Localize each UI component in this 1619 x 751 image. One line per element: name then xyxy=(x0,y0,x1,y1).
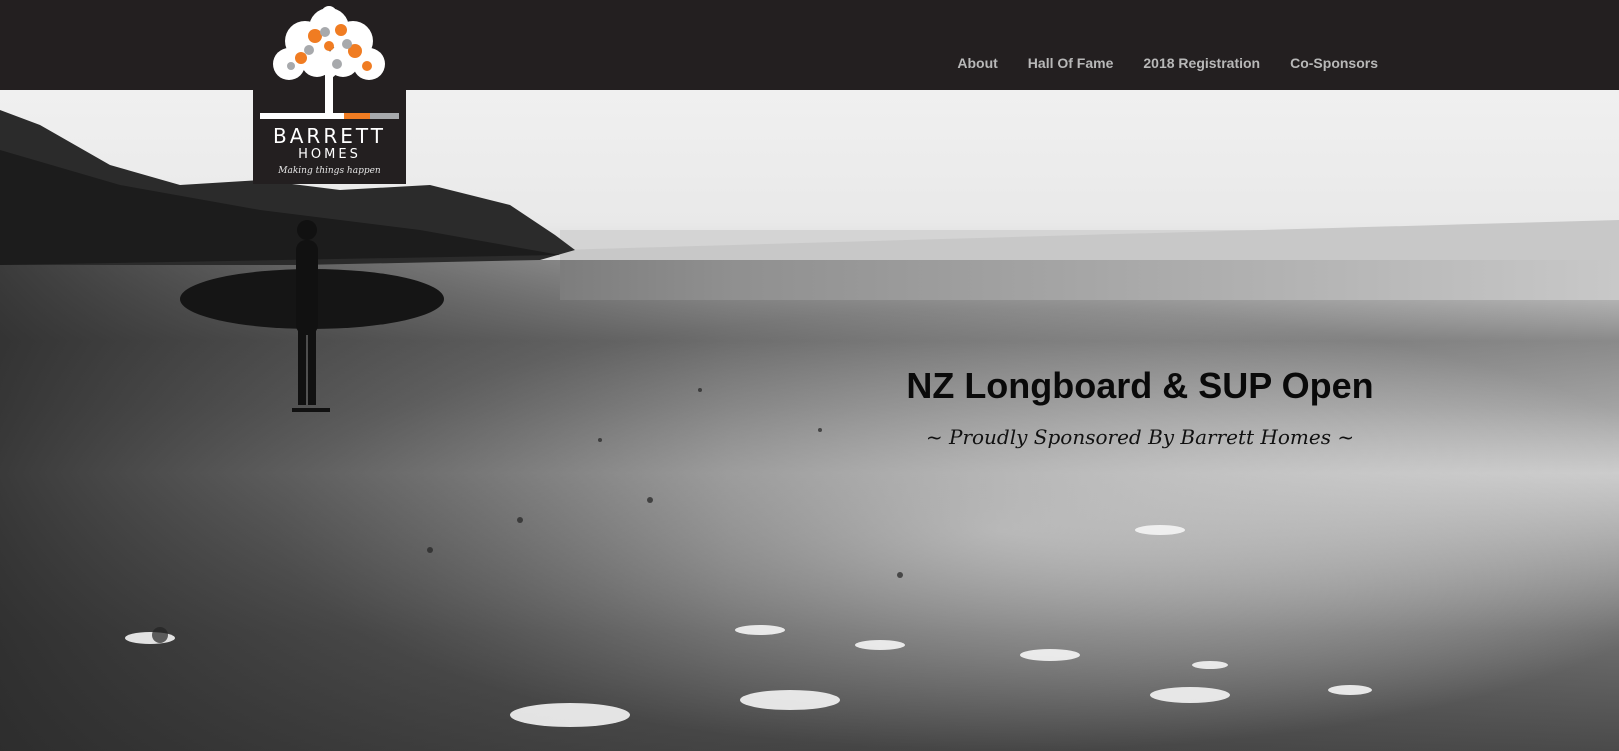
nav-about[interactable]: About xyxy=(957,55,997,71)
hero-background-image xyxy=(0,110,1619,751)
logo-sub-text: HOMES xyxy=(298,147,361,162)
hero-section: NZ Longboard & SUP Open ~ Proudly Sponso… xyxy=(0,90,1619,751)
barrett-homes-logo[interactable]: BARRETT HOMES Making things happen xyxy=(253,0,406,184)
logo-color-bar xyxy=(260,113,399,119)
nav-2018-registration[interactable]: 2018 Registration xyxy=(1143,55,1260,71)
logo-tagline: Making things happen xyxy=(278,166,381,176)
tree-logo-icon xyxy=(273,6,385,114)
logo-brand-text: BARRETT xyxy=(273,124,386,148)
main-nav: About Hall Of Fame 2018 Registration Co-… xyxy=(957,55,1378,71)
top-navbar: About Hall Of Fame 2018 Registration Co-… xyxy=(0,0,1619,90)
nav-co-sponsors[interactable]: Co-Sponsors xyxy=(1290,55,1378,71)
page: NZ Longboard & SUP Open ~ Proudly Sponso… xyxy=(0,0,1619,751)
nav-hall-of-fame[interactable]: Hall Of Fame xyxy=(1028,55,1114,71)
hero-title: NZ Longboard & SUP Open xyxy=(906,365,1374,406)
hero-subtitle: ~ Proudly Sponsored By Barrett Homes ~ xyxy=(925,425,1355,449)
